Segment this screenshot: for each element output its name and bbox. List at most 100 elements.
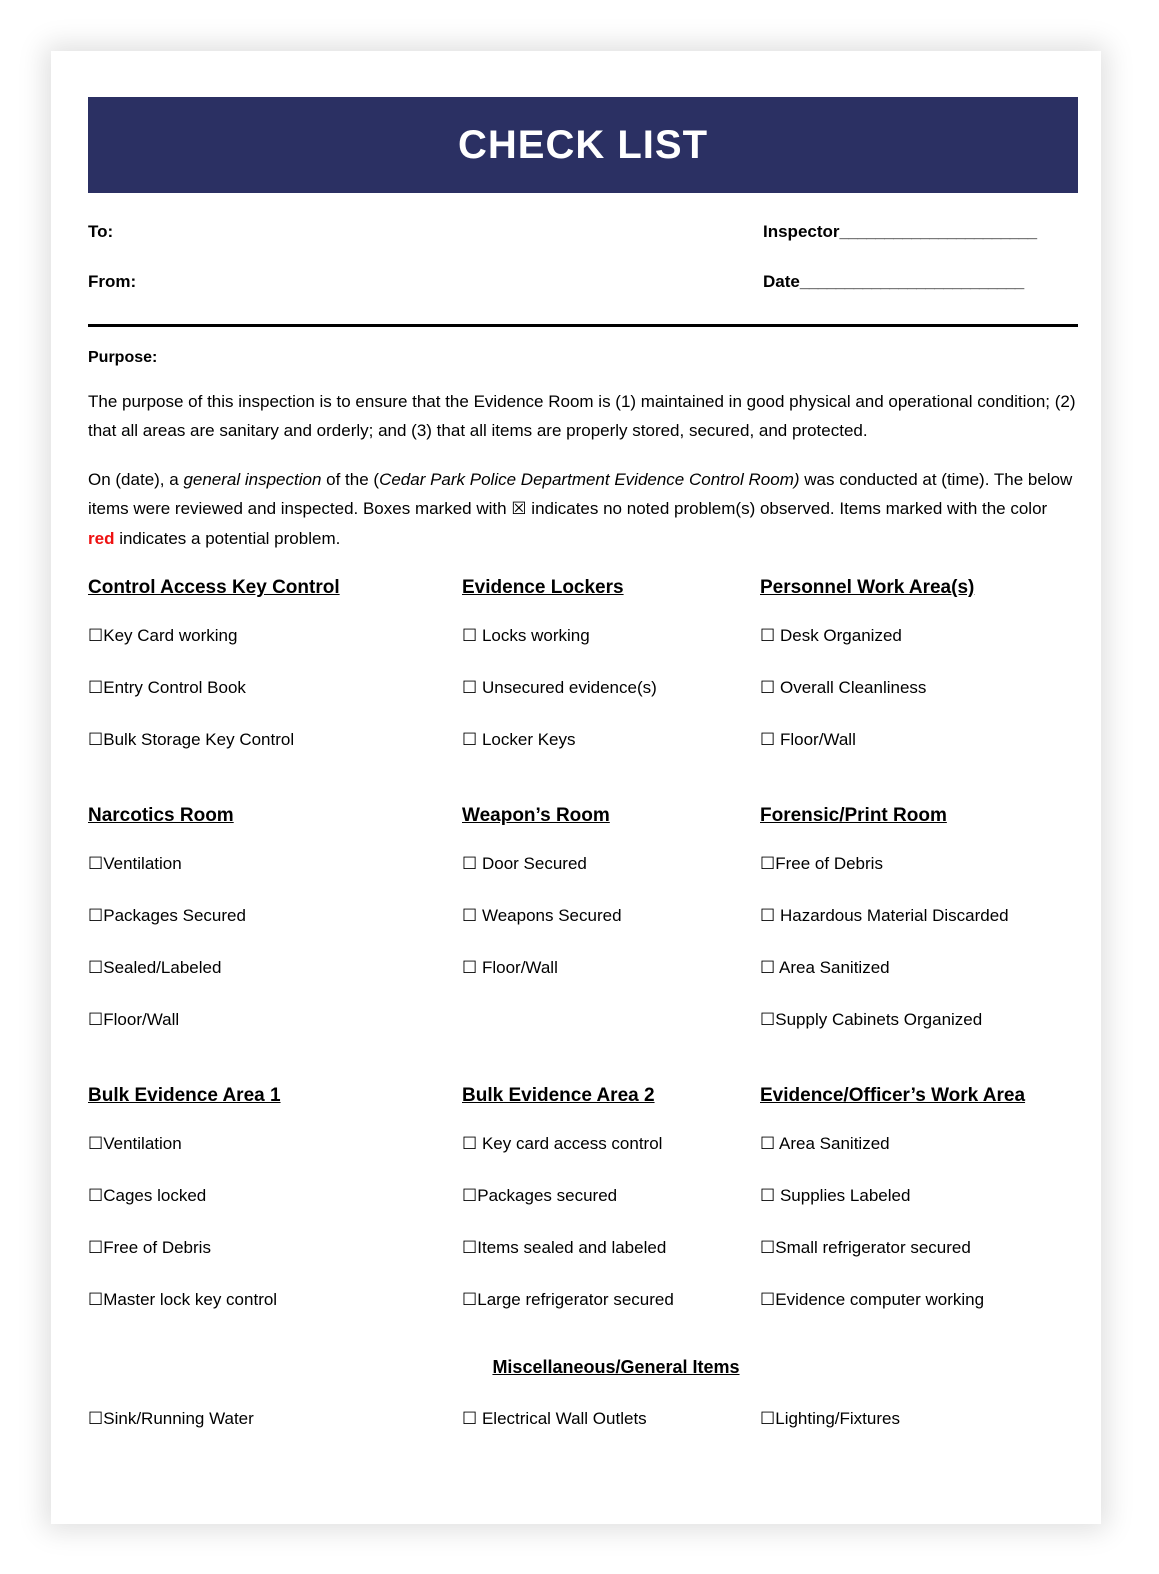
checklist-item-label: Free of Debris <box>103 1238 211 1257</box>
misc-checklist-item-label: Electrical Wall Outlets <box>477 1409 647 1428</box>
empty-checkbox-icon[interactable]: ☐ <box>88 854 103 874</box>
checklist-item[interactable]: ☐ Door Secured <box>462 853 760 875</box>
empty-checkbox-icon[interactable]: ☐ <box>462 854 477 874</box>
empty-checkbox-icon[interactable]: ☐ <box>88 1134 103 1154</box>
checklist-item[interactable]: ☐Sealed/Labeled <box>88 957 462 979</box>
checklist-item[interactable]: ☐Free of Debris <box>760 853 1078 875</box>
red-keyword: red <box>88 529 115 548</box>
misc-checklist-item[interactable]: ☐Sink/Running Water <box>88 1408 462 1430</box>
checklist-item-label: Sealed/Labeled <box>103 958 222 977</box>
checklist-section-heading: Evidence Lockers <box>462 577 624 598</box>
empty-checkbox-icon[interactable]: ☐ <box>88 730 103 750</box>
checklist-item[interactable]: ☐ Supplies Labeled <box>760 1185 1078 1207</box>
checklist-item[interactable]: ☐ Hazardous Material Discarded <box>760 905 1078 927</box>
checklist-item[interactable]: ☐Free of Debris <box>88 1237 462 1259</box>
empty-checkbox-icon[interactable]: ☐ <box>760 854 775 874</box>
checklist-item[interactable]: ☐Items sealed and labeled <box>462 1237 760 1259</box>
checklist-item-label: Packages secured <box>477 1186 618 1205</box>
checklist-section: Bulk Evidence Area 1 ☐Ventilation ☐Cages l… <box>88 1085 462 1311</box>
inspector-field[interactable]: Inspector______________________ <box>763 222 1037 242</box>
checklist-item[interactable]: ☐ Locker Keys <box>462 729 760 751</box>
empty-checkbox-icon[interactable]: ☐ <box>462 678 477 698</box>
empty-checkbox-icon[interactable]: ☐ <box>462 1186 477 1206</box>
empty-checkbox-icon[interactable]: ☐ <box>760 626 775 646</box>
misc-checklist-item[interactable]: ☐Lighting/Fixtures <box>760 1408 1078 1460</box>
empty-checkbox-icon[interactable]: ☐ <box>88 906 103 926</box>
empty-checkbox-icon[interactable]: ☐ <box>88 1409 103 1429</box>
checklist-item[interactable]: ☐Packages secured <box>462 1185 760 1207</box>
checklist-item[interactable]: ☐ Weapons Secured <box>462 905 760 927</box>
empty-checkbox-icon[interactable]: ☐ <box>462 1238 477 1258</box>
empty-checkbox-icon[interactable]: ☐ <box>88 1186 103 1206</box>
checklist-item[interactable]: ☐ Locks working <box>462 625 760 647</box>
empty-checkbox-icon[interactable]: ☐ <box>760 1186 775 1206</box>
empty-checkbox-icon[interactable]: ☐ <box>88 678 103 698</box>
empty-checkbox-icon[interactable]: ☐ <box>760 678 775 698</box>
empty-checkbox-icon[interactable]: ☐ <box>760 1134 775 1154</box>
empty-checkbox-icon[interactable]: ☐ <box>462 1290 477 1310</box>
form-header-fields: To: Inspector______________________ From… <box>88 222 1078 327</box>
date-field[interactable]: Date_________________________ <box>763 272 1024 292</box>
checklist-item[interactable]: ☐ Floor/Wall <box>760 729 1078 751</box>
checklist-item[interactable]: ☐Ventilation <box>88 853 462 875</box>
purpose-paragraph-1: The purpose of this inspection is to ens… <box>88 392 1076 440</box>
checklist-item[interactable]: ☐Ventilation <box>88 1133 462 1155</box>
empty-checkbox-icon[interactable]: ☐ <box>462 906 477 926</box>
empty-checkbox-icon[interactable]: ☐ <box>760 1238 775 1258</box>
document-sheet: CHECK LIST To: Inspector________________… <box>51 51 1101 1524</box>
inspector-label: Inspector <box>763 222 840 241</box>
checklist-item-label: Floor/Wall <box>103 1010 180 1029</box>
checklist-item[interactable]: ☐ Area Sanitized <box>760 957 1078 979</box>
empty-checkbox-icon[interactable]: ☐ <box>462 1409 477 1429</box>
checklist-item[interactable]: ☐Floor/Wall <box>88 1009 462 1031</box>
empty-checkbox-icon[interactable]: ☐ <box>462 958 477 978</box>
checklist-item[interactable]: ☐Evidence computer working <box>760 1289 1078 1311</box>
checklist-item[interactable]: ☐ Floor/Wall <box>462 957 760 979</box>
empty-checkbox-icon[interactable]: ☐ <box>462 730 477 750</box>
empty-checkbox-icon[interactable]: ☐ <box>462 626 477 646</box>
empty-checkbox-icon[interactable]: ☐ <box>462 1134 477 1154</box>
checklist-section: Forensic/Print Room ☐Free of Debris ☐ Haza… <box>760 805 1078 1031</box>
empty-checkbox-icon[interactable]: ☐ <box>760 1409 775 1429</box>
misc-checklist-item-label: Lighting/Fixtures <box>775 1409 900 1428</box>
empty-checkbox-icon[interactable]: ☐ <box>760 1010 775 1030</box>
checklist-item-label: Packages Secured <box>103 906 246 925</box>
empty-checkbox-icon[interactable]: ☐ <box>88 1010 103 1030</box>
empty-checkbox-icon[interactable]: ☐ <box>88 626 103 646</box>
checklist-item[interactable]: ☐Supply Cabinets Organized <box>760 1009 1078 1031</box>
checklist-item[interactable]: ☐Master lock key control <box>88 1289 462 1311</box>
checklist-item[interactable]: ☐Packages Secured <box>88 905 462 927</box>
checklist-item[interactable]: ☐ Unsecured evidence(s) <box>462 677 760 699</box>
checklist-item[interactable]: ☐ Desk Organized <box>760 625 1078 647</box>
checklist-item[interactable]: ☐Bulk Storage Key Control <box>88 729 462 751</box>
checklist-section-heading: Personnel Work Area(s) <box>760 577 975 598</box>
checklist-item-label: Supply Cabinets Organized <box>775 1010 983 1029</box>
empty-checkbox-icon[interactable]: ☐ <box>760 958 775 978</box>
checklist-item-label: Bulk Storage Key Control <box>103 730 295 749</box>
misc-section: Miscellaneous/General Items ☐Sink/Runnin… <box>88 1357 1078 1460</box>
checklist-item[interactable]: ☐Key Card working <box>88 625 462 647</box>
empty-checkbox-icon[interactable]: ☐ <box>88 1238 103 1258</box>
checklist-item[interactable]: ☐Entry Control Book <box>88 677 462 699</box>
p2-text-5: indicates a potential problem. <box>114 529 341 548</box>
date-blank-line[interactable]: _________________________ <box>800 272 1024 291</box>
checklist-item-label: Evidence computer working <box>775 1290 985 1309</box>
empty-checkbox-icon[interactable]: ☐ <box>760 906 775 926</box>
empty-checkbox-icon[interactable]: ☐ <box>760 730 775 750</box>
checklist-section-heading: Bulk Evidence Area 2 <box>462 1085 655 1106</box>
checklist-item-label: Free of Debris <box>775 854 883 873</box>
checklist-item-label: Door Secured <box>477 854 587 873</box>
empty-checkbox-icon[interactable]: ☐ <box>88 1290 103 1310</box>
empty-checkbox-icon[interactable]: ☐ <box>88 958 103 978</box>
checklist-item[interactable]: ☐Cages locked <box>88 1185 462 1207</box>
checked-box-icon: ☒ <box>511 499 527 519</box>
checklist-item[interactable]: ☐ Key card access control <box>462 1133 760 1155</box>
checklist-item[interactable]: ☐Small refrigerator secured <box>760 1237 1078 1259</box>
misc-checklist-item[interactable]: ☐ Electrical Wall Outlets <box>462 1408 760 1430</box>
checklist-item[interactable]: ☐ Area Sanitized <box>760 1133 1078 1155</box>
inspector-blank-line[interactable]: ______________________ <box>840 222 1038 241</box>
checklist-item-label: Ventilation <box>103 854 182 873</box>
empty-checkbox-icon[interactable]: ☐ <box>760 1290 775 1310</box>
checklist-item[interactable]: ☐Large refrigerator secured <box>462 1289 760 1311</box>
checklist-item[interactable]: ☐ Overall Cleanliness <box>760 677 1078 699</box>
